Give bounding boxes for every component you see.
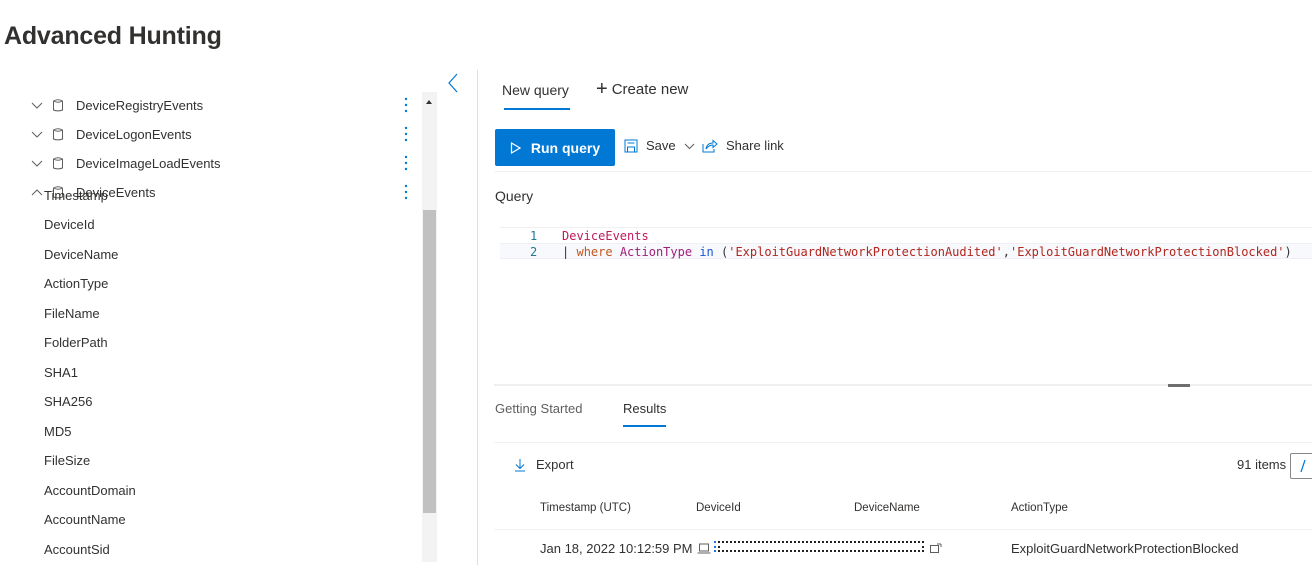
active-results-tab-indicator: [623, 425, 666, 427]
more-options-icon[interactable]: [402, 96, 410, 116]
export-label: Export: [536, 457, 574, 472]
page-title: Advanced Hunting: [4, 22, 222, 50]
collapse-panel-chevron-left-icon[interactable]: [446, 72, 460, 94]
panel-divider: [477, 70, 478, 565]
save-button[interactable]: Save: [624, 138, 695, 153]
schema-column[interactable]: SHA256: [44, 392, 92, 412]
code-pipe: |: [562, 245, 570, 259]
results-divider: [494, 442, 1312, 443]
schema-column[interactable]: FileName: [44, 304, 100, 324]
code-operator: where: [576, 245, 613, 259]
results-search-input[interactable]: [1290, 453, 1312, 479]
share-icon: [702, 138, 718, 152]
line-number: 2: [530, 245, 538, 259]
more-options-icon[interactable]: [402, 183, 410, 203]
code-string: 'ExploitGuardNetworkProtectionBlocked': [1010, 245, 1285, 259]
schema-table-device-registry-events[interactable]: DeviceRegistryEvents: [30, 93, 203, 117]
share-link-label: Share link: [726, 138, 784, 153]
schema-column[interactable]: DeviceName: [44, 245, 118, 265]
column-header-action-type[interactable]: ActionType: [1011, 502, 1068, 514]
code-paren-close: ): [1284, 245, 1292, 259]
download-icon: [515, 458, 525, 471]
cell-timestamp: Jan 18, 2022 10:12:59 PM: [540, 541, 693, 556]
schema-column[interactable]: AccountDomain: [44, 481, 136, 501]
tab-getting-started[interactable]: Getting Started: [495, 401, 582, 416]
code-paren-open: (: [713, 245, 729, 259]
column-header-device-name[interactable]: DeviceName: [854, 502, 920, 514]
schema-table-device-logon-events-row[interactable]: DeviceLogonEvents: [30, 122, 192, 146]
table-name: DeviceLogonEvents: [76, 126, 192, 142]
save-icon: [624, 139, 638, 152]
plus-icon: +: [596, 78, 608, 100]
run-query-label: Run query: [530, 139, 601, 156]
save-label: Save: [646, 138, 676, 153]
more-options-icon[interactable]: [402, 154, 410, 174]
schema-column[interactable]: FolderPath: [44, 333, 108, 353]
table-name: DeviceRegistryEvents: [76, 97, 204, 113]
column-header-device-id[interactable]: DeviceId: [696, 502, 741, 514]
editor-line[interactable]: 2 | where ActionType in ('ExploitGuardNe…: [500, 243, 1312, 259]
tab-results[interactable]: Results: [623, 401, 666, 416]
scroll-up-arrow-icon[interactable]: [426, 100, 432, 104]
table-icon: [53, 99, 63, 112]
schema-column[interactable]: SHA1: [44, 363, 78, 383]
schema-table-device-image-load-events[interactable]: DeviceImageLoadEvents: [30, 151, 221, 175]
schema-scrollbar[interactable]: [422, 92, 437, 562]
active-tab-indicator: [504, 108, 570, 110]
table-icon: [53, 128, 63, 141]
items-count: 91 items: [1237, 457, 1287, 472]
export-button[interactable]: Export: [514, 457, 574, 472]
splitter-handle[interactable]: [1168, 384, 1190, 387]
tab-new-query[interactable]: New query: [502, 82, 569, 98]
schema-column[interactable]: MD5: [44, 422, 71, 442]
code-comma: ,: [1002, 245, 1010, 259]
device-laptop-icon: [697, 543, 711, 554]
create-new-button[interactable]: + Create new: [596, 78, 689, 100]
schema-column[interactable]: FileSize: [44, 451, 90, 471]
search-icon: [1300, 459, 1306, 473]
scrollbar-thumb[interactable]: [423, 210, 436, 513]
query-label: Query: [495, 188, 534, 204]
editor-line[interactable]: 1 DeviceEvents: [500, 227, 1312, 243]
chevron-down-icon: [31, 160, 43, 167]
table-name: DeviceImageLoadEvents: [76, 155, 221, 171]
schema-column[interactable]: AccountSid: [44, 540, 110, 560]
chevron-down-icon: [684, 143, 694, 149]
code-table-name: DeviceEvents: [562, 229, 649, 243]
open-external-icon[interactable]: [930, 543, 942, 553]
code-field: ActionType: [619, 245, 693, 259]
schema-column[interactable]: ActionType: [44, 274, 108, 294]
schema-column[interactable]: Timestamp: [44, 186, 108, 206]
table-icon: [53, 157, 63, 170]
line-number: 1: [530, 229, 538, 243]
share-link-button[interactable]: Share link: [702, 138, 784, 153]
play-icon: [510, 141, 521, 154]
redacted-device-info: [718, 541, 924, 552]
code-in-keyword: in: [699, 245, 714, 259]
column-header-timestamp[interactable]: Timestamp (UTC): [540, 502, 631, 514]
schema-column[interactable]: DeviceId: [44, 215, 95, 235]
table-header-divider: [494, 529, 1312, 530]
chevron-up-icon: [31, 189, 43, 196]
query-editor[interactable]: 1 DeviceEvents 2 | where ActionType in (…: [500, 226, 1312, 270]
toolbar-divider: [494, 171, 1312, 172]
create-new-label: Create new: [611, 80, 689, 98]
run-query-button[interactable]: Run query: [495, 129, 615, 166]
schema-column[interactable]: AccountName: [44, 510, 126, 530]
code-string: 'ExploitGuardNetworkProtectionAudited': [728, 245, 1003, 259]
cell-action-type: ExploitGuardNetworkProtectionBlocked: [1011, 541, 1239, 556]
chevron-down-icon: [31, 102, 43, 109]
more-options-icon[interactable]: [402, 125, 410, 145]
chevron-down-icon: [31, 131, 43, 138]
